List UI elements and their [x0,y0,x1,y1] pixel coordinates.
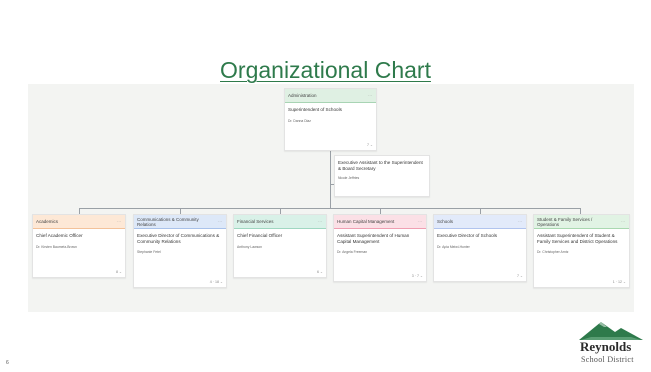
person-name: Dr. Angela Freeman [337,250,368,254]
person-name: Dr. Kirsten Baumetz-Brown [36,244,77,249]
department-header: Student & Family Services / Operations ·… [534,215,629,229]
report-count-toggle[interactable]: 3 · 7 ⌄ [412,274,423,278]
role-title: Executive Director of Schools [437,233,497,238]
org-card-student-family[interactable]: Student & Family Services / Operations ·… [533,214,630,288]
page-number: 6 [6,360,9,366]
department-name: Human Capital Management [337,219,395,224]
connector-horizontal-bus [79,208,580,209]
report-count-toggle[interactable]: 1 · 12 ⌄ [613,280,626,284]
department-header: Communications & Community Relations ··· [134,215,226,229]
org-card-administration[interactable]: Administration ··· Superintendent of Sch… [284,88,377,151]
role-title: Assistant Superintendent of Student & Fa… [537,233,618,244]
person-name: Nicole Jeffries [338,176,360,180]
report-count-toggle[interactable]: 7 ⌄ [367,143,373,147]
slide-title: Organizational Chart [220,57,431,83]
person-name: Dr. Apia Meiwi-Hunter [437,244,470,249]
role-title: Assistant Superintendent of Human Capita… [337,233,410,244]
logo-name: Reynolds [580,339,632,354]
department-name: Academics [36,219,59,224]
department-header: Administration ··· [285,89,376,103]
report-count-toggle[interactable]: 7 ⌄ [517,274,523,278]
more-options-icon[interactable]: ··· [117,219,123,224]
org-card-financial-services[interactable]: Financial Services ··· Chief Financial O… [233,214,327,278]
department-name: Communications & Community Relations [137,216,199,227]
org-chart-canvas: Administration ··· Superintendent of Sch… [28,84,634,312]
department-name: Financial Services [237,219,274,224]
org-card-academics[interactable]: Academics ··· Chief Academic Officer Dr.… [32,214,126,278]
role-title: Executive Assistant to the Superintenden… [338,160,423,171]
more-options-icon[interactable]: ··· [218,219,224,224]
department-header: Financial Services ··· [234,215,326,229]
org-card-communications[interactable]: Communications & Community Relations ···… [133,214,227,288]
more-options-icon[interactable]: ··· [418,219,424,224]
person-name: Dr. Christopher Arntz [537,250,569,254]
role-title: Executive Director of Communications & C… [137,233,220,244]
report-count-toggle[interactable]: 8 ⌄ [116,270,122,274]
department-name: Schools [437,219,454,224]
person-name: Dr. Danna Diaz [288,118,311,123]
org-card-human-capital[interactable]: Human Capital Management ··· Assistant S… [333,214,427,282]
department-header: Schools ··· [434,215,526,229]
report-count-toggle[interactable]: 4 · 18 ⌄ [210,280,223,284]
person-name: Stephanie Fetel [137,250,161,254]
connector-top-to-bus [330,151,331,208]
report-count-toggle[interactable]: 6 ⌄ [317,270,323,274]
role-title: Chief Academic Officer [36,233,83,238]
org-card-executive-assistant[interactable]: Executive Assistant to the Superintenden… [334,155,430,197]
more-options-icon[interactable]: ··· [621,219,627,224]
more-options-icon[interactable]: ··· [518,219,524,224]
more-options-icon[interactable]: ··· [368,93,374,98]
department-name: Student & Family Services / Operations [537,216,593,227]
person-name: Anthony Lawson [237,244,263,249]
logo-subtitle: School District [581,355,634,364]
department-name: Administration [288,93,317,98]
role-title: Superintendent of Schools [288,107,342,112]
org-card-schools[interactable]: Schools ··· Executive Director of School… [433,214,527,282]
role-title: Chief Financial Officer [237,233,283,238]
more-options-icon[interactable]: ··· [318,219,324,224]
department-header: Human Capital Management ··· [334,215,426,229]
department-header: Academics ··· [33,215,125,229]
